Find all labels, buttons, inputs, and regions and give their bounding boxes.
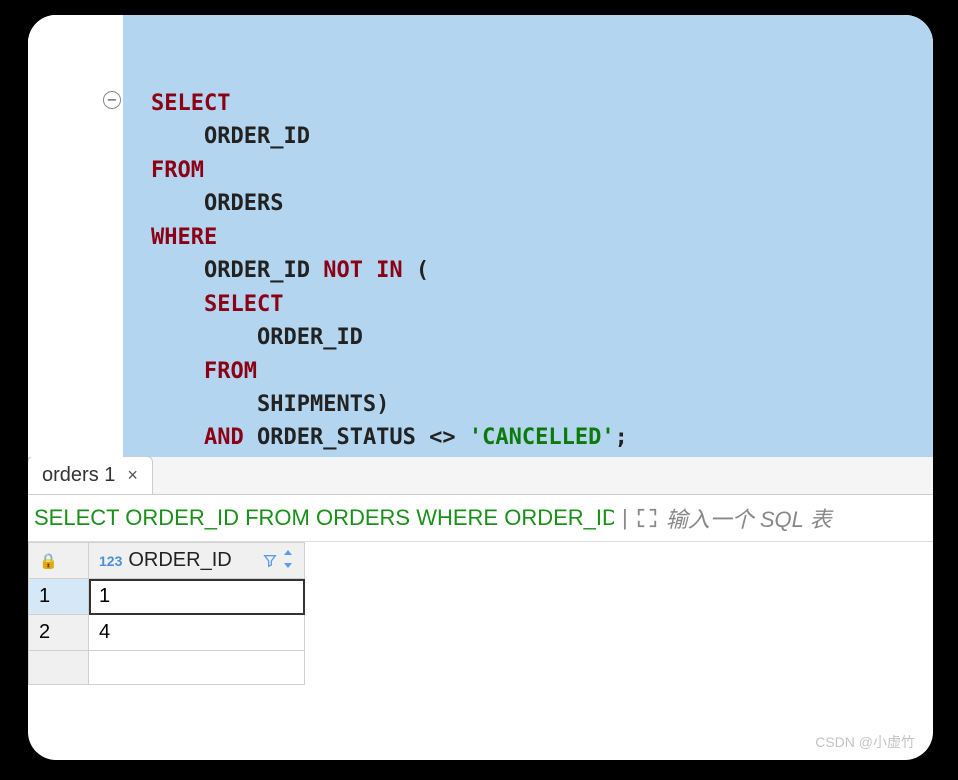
table-row[interactable]: 11 <box>29 579 305 615</box>
row-number[interactable]: 1 <box>29 579 89 615</box>
results-tabbar: orders 1 × <box>28 457 933 495</box>
lock-column-header[interactable]: 🔒 <box>29 543 89 579</box>
editor-gutter: − <box>28 15 123 457</box>
cell-order-id[interactable]: 1 <box>89 579 305 615</box>
expand-icon[interactable] <box>636 507 658 529</box>
row-number[interactable]: 2 <box>29 615 89 651</box>
executed-query-text: SELECT ORDER_ID FROM ORDERS WHERE ORDER_… <box>34 505 614 531</box>
column-name: ORDER_ID <box>126 549 258 572</box>
watermark: CSDN @小虚竹 <box>815 732 915 752</box>
ide-window: − SELECT ORDER_ID FROM ORDERS WHERE ORDE… <box>28 15 933 760</box>
column-header-order-id[interactable]: 123 ORDER_ID <box>89 543 305 579</box>
cell-order-id[interactable]: 4 <box>89 615 305 651</box>
fold-collapse-icon[interactable]: − <box>103 91 121 109</box>
column-type-tag: 123 <box>99 553 122 569</box>
lock-icon: 🔒 <box>39 553 58 570</box>
sql-cursor-icon: | <box>622 505 628 531</box>
tab-orders-1[interactable]: orders 1 × <box>28 456 153 494</box>
sql-editor[interactable]: − SELECT ORDER_ID FROM ORDERS WHERE ORDE… <box>28 15 933 457</box>
sort-icon[interactable] <box>282 550 294 571</box>
tab-label: orders 1 <box>42 464 115 487</box>
table-row[interactable]: 24 <box>29 615 305 651</box>
results-table: 🔒 123 ORDER_ID 1124 <box>28 542 305 685</box>
code-content[interactable]: SELECT ORDER_ID FROM ORDERS WHERE ORDER_… <box>123 15 933 457</box>
sql-input-placeholder[interactable]: 输入一个 SQL 表 <box>666 502 923 534</box>
empty-row <box>29 651 305 685</box>
close-icon[interactable]: × <box>125 465 140 486</box>
query-bar: SELECT ORDER_ID FROM ORDERS WHERE ORDER_… <box>28 495 933 542</box>
filter-icon[interactable] <box>262 553 278 569</box>
